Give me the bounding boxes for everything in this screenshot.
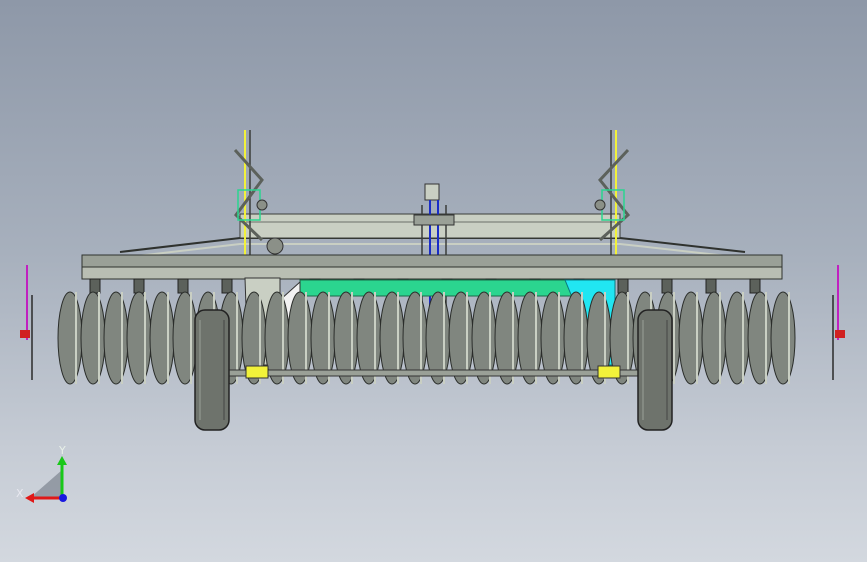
- view-orientation-triad-icon: Y X: [16, 444, 67, 503]
- graphics-viewport[interactable]: Y X: [0, 0, 867, 562]
- triad-y-label: Y: [58, 444, 66, 457]
- triad-x-label: X: [16, 487, 24, 500]
